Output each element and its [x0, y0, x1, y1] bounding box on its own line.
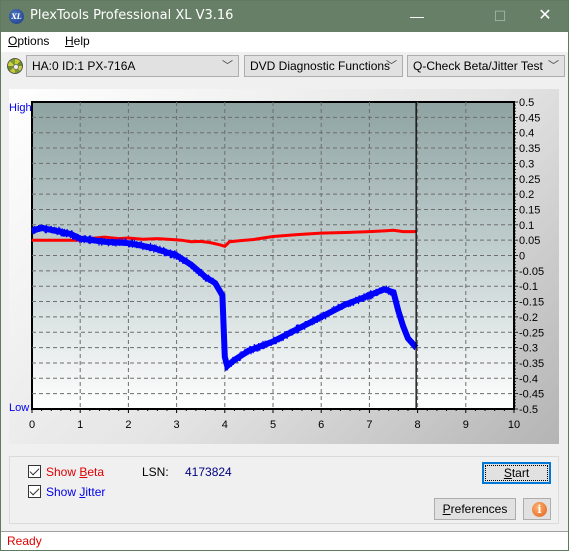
show-beta-rest: eta	[87, 465, 105, 479]
status-text: Ready	[7, 534, 42, 548]
menu-options-mnemonic: O	[8, 34, 18, 48]
show-jitter-label[interactable]: Show Jitter	[46, 485, 105, 499]
preferences-button[interactable]: Preferences	[434, 498, 516, 520]
show-jitter-rest: itter	[85, 485, 106, 499]
status-bar: Ready	[1, 531, 568, 550]
menu-help-mnemonic: H	[65, 34, 74, 48]
grid-lines	[32, 102, 514, 409]
chevron-down-icon: ﹀	[386, 60, 397, 72]
y-tick-label: 0.45	[519, 112, 540, 124]
start-mnemonic: S	[503, 466, 512, 480]
y-tick-label: -0.1	[519, 281, 538, 293]
show-beta-prefix: Show	[46, 465, 80, 479]
y-tick-label: 0.1	[519, 220, 534, 232]
menu-help[interactable]: Help	[65, 34, 90, 48]
y-tick-label: -0.05	[519, 266, 544, 278]
y-tick-label: -0.4	[519, 373, 538, 385]
menu-options-label: ptions	[17, 34, 50, 48]
test-select[interactable]: Q-Check Beta/Jitter Test ﹀	[407, 55, 565, 77]
x-tick-label: 10	[508, 419, 520, 431]
y-tick-label: -0.25	[519, 327, 544, 339]
x-tick-label: 5	[270, 419, 276, 431]
window-title: PlexTools Professional XL V3.16	[30, 8, 234, 23]
x-tick-label: 6	[318, 419, 324, 431]
y-tick-label: -0.45	[519, 389, 544, 401]
y-tick-label: 0.4	[519, 128, 534, 140]
x-tick-label: 4	[222, 419, 228, 431]
show-beta-label[interactable]: Show Beta	[46, 465, 104, 479]
preferences-rest: references	[450, 502, 508, 516]
chart-panel: 0 1 2 3 4 5 6 7 8 9 10 0.5 0.45 0.4 0.35 0.3 0.25 0.2 0.1…	[9, 89, 559, 444]
app-logo-icon: XL	[9, 9, 24, 24]
x-tick-label: 7	[366, 419, 372, 431]
close-button[interactable]: ✕	[522, 1, 568, 32]
y-tick-label: -0.3	[519, 343, 538, 355]
y-tick-label: -0.15	[519, 297, 544, 309]
y-tick-label: 0.15	[519, 204, 540, 216]
options-panel: Show Beta Show Jitter LSN: 4173824 Start…	[9, 456, 559, 524]
chevron-down-icon: ﹀	[222, 60, 233, 72]
preferences-mnemonic: P	[442, 502, 451, 516]
y-tick-label: -0.35	[519, 358, 544, 370]
menu-options[interactable]: Options	[8, 34, 49, 48]
function-select-value: DVD Diagnostic Functions	[250, 59, 391, 73]
info-button[interactable]: i	[523, 498, 551, 520]
disc-drive-icon	[7, 58, 23, 74]
function-select[interactable]: DVD Diagnostic Functions ﹀	[244, 55, 403, 77]
y-tick-label: 0.5	[519, 97, 534, 109]
minimize-button[interactable]: —	[394, 1, 440, 32]
high-label: High	[9, 102, 32, 114]
start-button-label: Start	[484, 465, 549, 481]
y-tick-label: 0.2	[519, 189, 534, 201]
y-tick-label: 0.25	[519, 174, 540, 186]
x-axis: 0 1 2 3 4 5 6 7 8 9 10	[29, 409, 520, 431]
app-window: XL PlexTools Professional XL V3.16 — ☐ ✕…	[0, 0, 569, 551]
start-button[interactable]: Start	[482, 462, 551, 484]
menu-help-label: elp	[73, 34, 90, 48]
y-tick-label: -0.5	[519, 404, 538, 416]
x-tick-label: 0	[29, 419, 35, 431]
info-icon: i	[532, 502, 547, 517]
y-tick-label: 0.3	[519, 158, 534, 170]
y-tick-label: -0.2	[519, 312, 538, 324]
show-jitter-prefix: Show	[46, 485, 80, 499]
title-bar: XL PlexTools Professional XL V3.16 — ☐ ✕	[1, 1, 568, 32]
low-label: Low	[9, 402, 29, 414]
x-tick-label: 3	[174, 419, 180, 431]
x-tick-label: 9	[463, 419, 469, 431]
show-jitter-checkbox[interactable]	[28, 485, 41, 498]
beta-jitter-chart: 0 1 2 3 4 5 6 7 8 9 10 0.5 0.45 0.4 0.35 0.3 0.25 0.2 0.1…	[9, 97, 544, 431]
y-tick-label: 0.35	[519, 143, 540, 155]
maximize-button[interactable]: ☐	[477, 1, 523, 32]
drive-select-value: HA:0 ID:1 PX-716A	[32, 59, 136, 73]
lsn-value: 4173824	[185, 465, 232, 479]
start-rest: tart	[511, 466, 530, 480]
y-tick-label: 0.05	[519, 235, 540, 247]
x-tick-label: 2	[125, 419, 131, 431]
show-beta-checkbox[interactable]	[28, 465, 41, 478]
toolbar: HA:0 ID:1 PX-716A ﹀ DVD Diagnostic Funct…	[1, 52, 568, 80]
y-tick-label: 0	[519, 251, 525, 263]
lsn-label: LSN:	[142, 465, 169, 479]
x-tick-label: 8	[415, 419, 421, 431]
drive-select[interactable]: HA:0 ID:1 PX-716A ﹀	[26, 55, 239, 77]
x-tick-label: 1	[77, 419, 83, 431]
chevron-down-icon: ﹀	[548, 60, 559, 72]
menu-bar: Options Help	[1, 32, 568, 52]
y-axis: 0.5 0.45 0.4 0.35 0.3 0.25 0.2 0.15 0.1 0.05 0 -0.0…	[514, 97, 544, 416]
test-select-value: Q-Check Beta/Jitter Test	[413, 59, 543, 73]
